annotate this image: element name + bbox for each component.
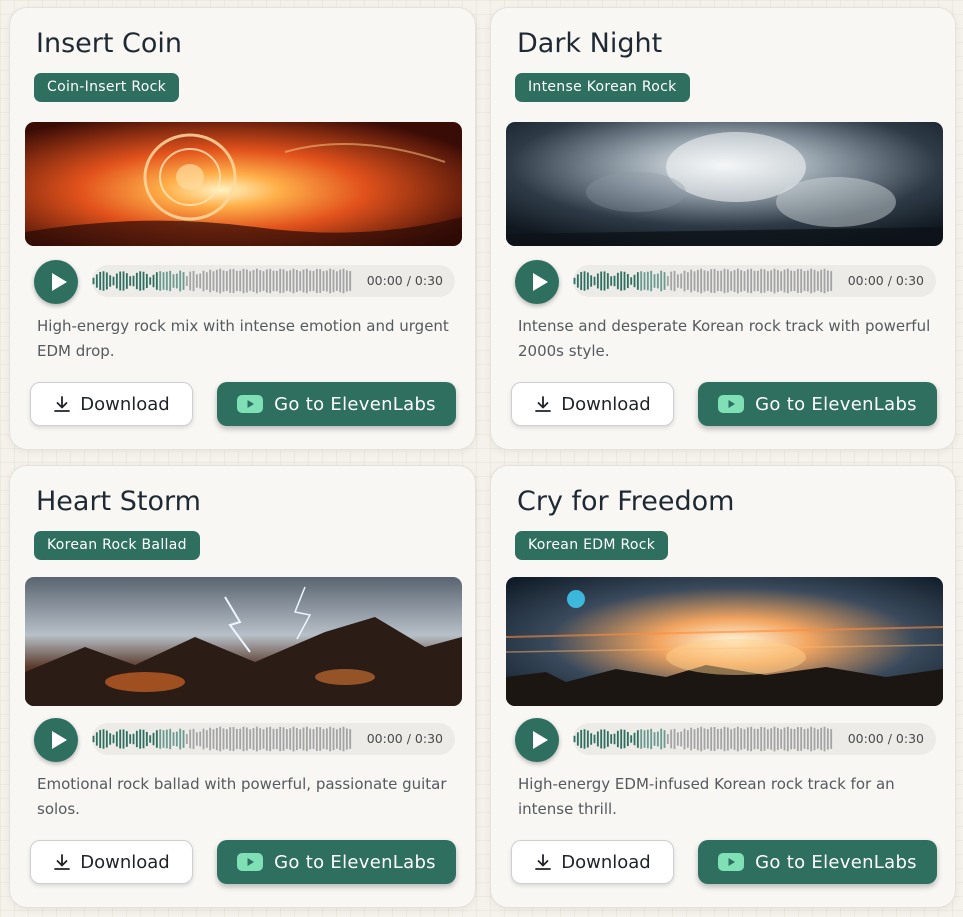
waveform-icon (92, 268, 352, 294)
audio-player: 00:00 / 0:30 (515, 260, 936, 304)
genre-badge: Korean Rock Ballad (34, 531, 200, 560)
download-button[interactable]: Download (511, 840, 674, 884)
youtube-play-icon (718, 853, 745, 871)
track-artwork (25, 577, 462, 706)
waveform-seek-bar[interactable]: 00:00 / 0:30 (573, 723, 936, 755)
track-title: Cry for Freedom (517, 486, 735, 517)
elevenlabs-button[interactable]: Go to ElevenLabs (698, 840, 937, 884)
track-title: Insert Coin (36, 28, 183, 59)
audio-player: 00:00 / 0:30 (34, 260, 455, 304)
waveform-icon (573, 726, 833, 752)
play-button[interactable] (515, 260, 559, 304)
track-artwork (506, 577, 943, 706)
track-card: Cry for Freedom Korean EDM Rock 00:00 / … (490, 465, 956, 908)
download-icon (534, 853, 552, 871)
track-title: Dark Night (517, 28, 663, 59)
elevenlabs-label: Go to ElevenLabs (274, 393, 436, 415)
track-card: Insert Coin Coin-Insert Rock 00:00 / 0:3… (9, 7, 476, 450)
track-card: Heart Storm Korean Rock Ballad 00:00 / 0… (9, 465, 476, 908)
youtube-play-icon (237, 395, 264, 413)
track-description: High-energy rock mix with intense emotio… (37, 317, 449, 360)
track-card: Dark Night Intense Korean Rock 00:00 / 0… (490, 7, 956, 450)
track-artwork (506, 122, 943, 246)
genre-badge: Coin-Insert Rock (34, 73, 180, 102)
download-label: Download (561, 851, 651, 873)
waveform-seek-bar[interactable]: 00:00 / 0:30 (573, 265, 936, 297)
track-title: Heart Storm (36, 486, 201, 517)
download-button[interactable]: Download (30, 840, 193, 884)
download-button[interactable]: Download (511, 382, 674, 426)
track-description: Intense and desperate Korean rock track … (518, 317, 931, 360)
elevenlabs-button[interactable]: Go to ElevenLabs (698, 382, 937, 426)
waveform-icon (573, 268, 833, 294)
play-button[interactable] (515, 718, 559, 762)
download-label: Download (80, 851, 170, 873)
audio-player: 00:00 / 0:30 (34, 718, 455, 762)
audio-player: 00:00 / 0:30 (515, 718, 936, 762)
track-description: High-energy EDM-infused Korean rock trac… (518, 775, 895, 818)
elevenlabs-button[interactable]: Go to ElevenLabs (217, 382, 456, 426)
elevenlabs-button[interactable]: Go to ElevenLabs (217, 840, 456, 884)
download-label: Download (80, 393, 170, 415)
elevenlabs-label: Go to ElevenLabs (755, 393, 917, 415)
download-label: Download (561, 393, 651, 415)
track-description: Emotional rock ballad with powerful, pas… (37, 775, 447, 818)
genre-badge: Intense Korean Rock (515, 73, 690, 102)
track-artwork (25, 122, 462, 246)
download-icon (534, 395, 552, 413)
time-display: 00:00 / 0:30 (847, 273, 924, 288)
play-button[interactable] (34, 260, 78, 304)
youtube-play-icon (237, 853, 264, 871)
time-display: 00:00 / 0:30 (847, 731, 924, 746)
waveform-seek-bar[interactable]: 00:00 / 0:30 (92, 265, 455, 297)
elevenlabs-label: Go to ElevenLabs (755, 851, 917, 873)
download-icon (53, 395, 71, 413)
genre-badge: Korean EDM Rock (515, 531, 669, 560)
elevenlabs-label: Go to ElevenLabs (274, 851, 436, 873)
waveform-seek-bar[interactable]: 00:00 / 0:30 (92, 723, 455, 755)
youtube-play-icon (718, 395, 745, 413)
time-display: 00:00 / 0:30 (366, 273, 443, 288)
time-display: 00:00 / 0:30 (366, 731, 443, 746)
play-button[interactable] (34, 718, 78, 762)
download-icon (53, 853, 71, 871)
download-button[interactable]: Download (30, 382, 193, 426)
waveform-icon (92, 726, 352, 752)
